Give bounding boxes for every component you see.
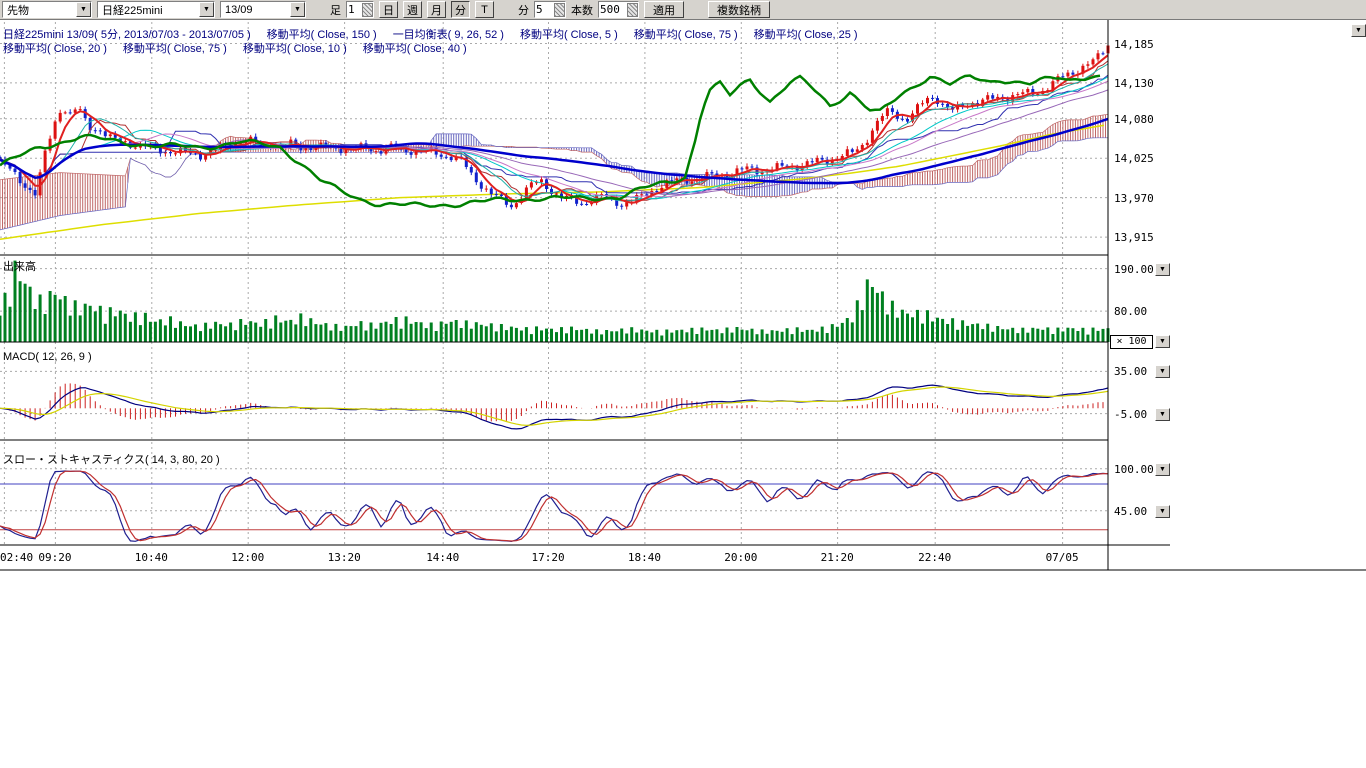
minute-label: 分: [518, 2, 529, 18]
period-minute-button[interactable]: 分: [451, 1, 470, 18]
indicator-label: 移動平均( Close, 5 ): [520, 26, 618, 42]
spinner-icon[interactable]: [627, 3, 638, 17]
indicator-header-row-2: 移動平均( Close, 20 ) 移動平均( Close, 75 ) 移動平均…: [3, 40, 467, 56]
x-axis-label: 13:20: [328, 551, 361, 564]
chart-canvas[interactable]: [0, 20, 1366, 585]
spinner-icon[interactable]: [554, 3, 565, 17]
price-axis-label: 13,970: [1114, 192, 1154, 205]
volume-axis-label: 80.00: [1114, 305, 1147, 318]
macd-axis-label: -5.00: [1114, 408, 1147, 421]
chevron-down-icon[interactable]: ▼: [76, 2, 91, 17]
price-axis-label: 14,185: [1114, 38, 1154, 51]
axis-menu-button[interactable]: ▼: [1351, 24, 1366, 37]
price-axis-label: 14,080: [1114, 113, 1154, 126]
price-axis-label: 14,130: [1114, 77, 1154, 90]
spinner-icon[interactable]: [362, 3, 373, 17]
indicator-label: 移動平均( Close, 40 ): [363, 40, 467, 56]
chart-region: 日経225mini 13/09( 5分, 2013/07/03 - 2013/0…: [0, 20, 1366, 585]
instrument-type-value: 先物: [7, 2, 29, 18]
axis-menu-button[interactable]: ▼: [1155, 335, 1170, 348]
bar-quantity-label: 本数: [571, 2, 593, 18]
volume-panel-label: 出来高: [3, 258, 36, 274]
contract-month-value: 13/09: [225, 4, 253, 16]
axis-menu-button[interactable]: ▼: [1155, 505, 1170, 518]
indicator-label: 移動平均( Close, 25 ): [754, 26, 858, 42]
bar-count-field[interactable]: [346, 1, 374, 18]
stochastics-axis-label: 45.00: [1114, 505, 1147, 518]
axis-menu-button[interactable]: ▼: [1155, 463, 1170, 476]
x-axis-label: 17:20: [531, 551, 564, 564]
x-axis-label: 20:00: [724, 551, 757, 564]
chevron-down-icon[interactable]: ▼: [290, 2, 305, 17]
price-axis-label: 14,025: [1114, 152, 1154, 165]
bar-quantity-field[interactable]: [598, 1, 639, 18]
minute-input[interactable]: [536, 3, 553, 16]
period-day-button[interactable]: 日: [379, 1, 398, 18]
x-axis-label: 07/05: [1046, 551, 1079, 564]
volume-axis-label: 190.00: [1114, 263, 1154, 276]
x-axis-label: 09:20: [38, 551, 71, 564]
x-axis-label: 14:40: [426, 551, 459, 564]
bar-quantity-input[interactable]: [600, 3, 626, 16]
x-axis-label: 02:40: [0, 551, 33, 564]
axis-menu-button[interactable]: ▼: [1155, 365, 1170, 378]
x-axis-label: 18:40: [628, 551, 661, 564]
indicator-label: 移動平均( Close, 20 ): [3, 40, 107, 56]
price-axis-label: 13,915: [1114, 231, 1154, 244]
period-month-button[interactable]: 月: [427, 1, 446, 18]
chevron-down-icon[interactable]: ▼: [199, 2, 214, 17]
axis-menu-button[interactable]: ▼: [1155, 263, 1170, 276]
bar-type-label: 足: [330, 2, 341, 18]
macd-axis-label: 35.00: [1114, 365, 1147, 378]
x-axis-label: 10:40: [135, 551, 168, 564]
indicator-label: 移動平均( Close, 75 ): [634, 26, 738, 42]
bar-count-input[interactable]: [348, 3, 361, 16]
apply-button[interactable]: 適用: [644, 1, 684, 18]
indicator-label: 移動平均( Close, 75 ): [123, 40, 227, 56]
multi-symbol-button[interactable]: 複数銘柄: [708, 1, 770, 18]
x-axis-label: 21:20: [821, 551, 854, 564]
volume-scale-box: × 100: [1110, 335, 1153, 349]
period-tick-button[interactable]: T: [475, 1, 494, 18]
symbol-value: 日経225mini: [102, 2, 163, 18]
x-axis-label: 22:40: [918, 551, 951, 564]
stochastics-panel-label: スロー・ストキャスティクス( 14, 3, 80, 20 ): [3, 451, 220, 467]
indicator-label: 移動平均( Close, 10 ): [243, 40, 347, 56]
period-week-button[interactable]: 週: [403, 1, 422, 18]
macd-panel-label: MACD( 12, 26, 9 ): [3, 351, 92, 363]
instrument-type-select[interactable]: 先物 ▼: [2, 1, 92, 18]
toolbar: 先物 ▼ 日経225mini ▼ 13/09 ▼ 足 日 週 月 分 T 分 本…: [0, 0, 1366, 20]
stochastics-axis-label: 100.00: [1114, 463, 1154, 476]
x-axis-label: 12:00: [231, 551, 264, 564]
contract-month-select[interactable]: 13/09 ▼: [220, 1, 306, 18]
symbol-select[interactable]: 日経225mini ▼: [97, 1, 215, 18]
axis-menu-button[interactable]: ▼: [1155, 408, 1170, 421]
minute-field[interactable]: [534, 1, 566, 18]
